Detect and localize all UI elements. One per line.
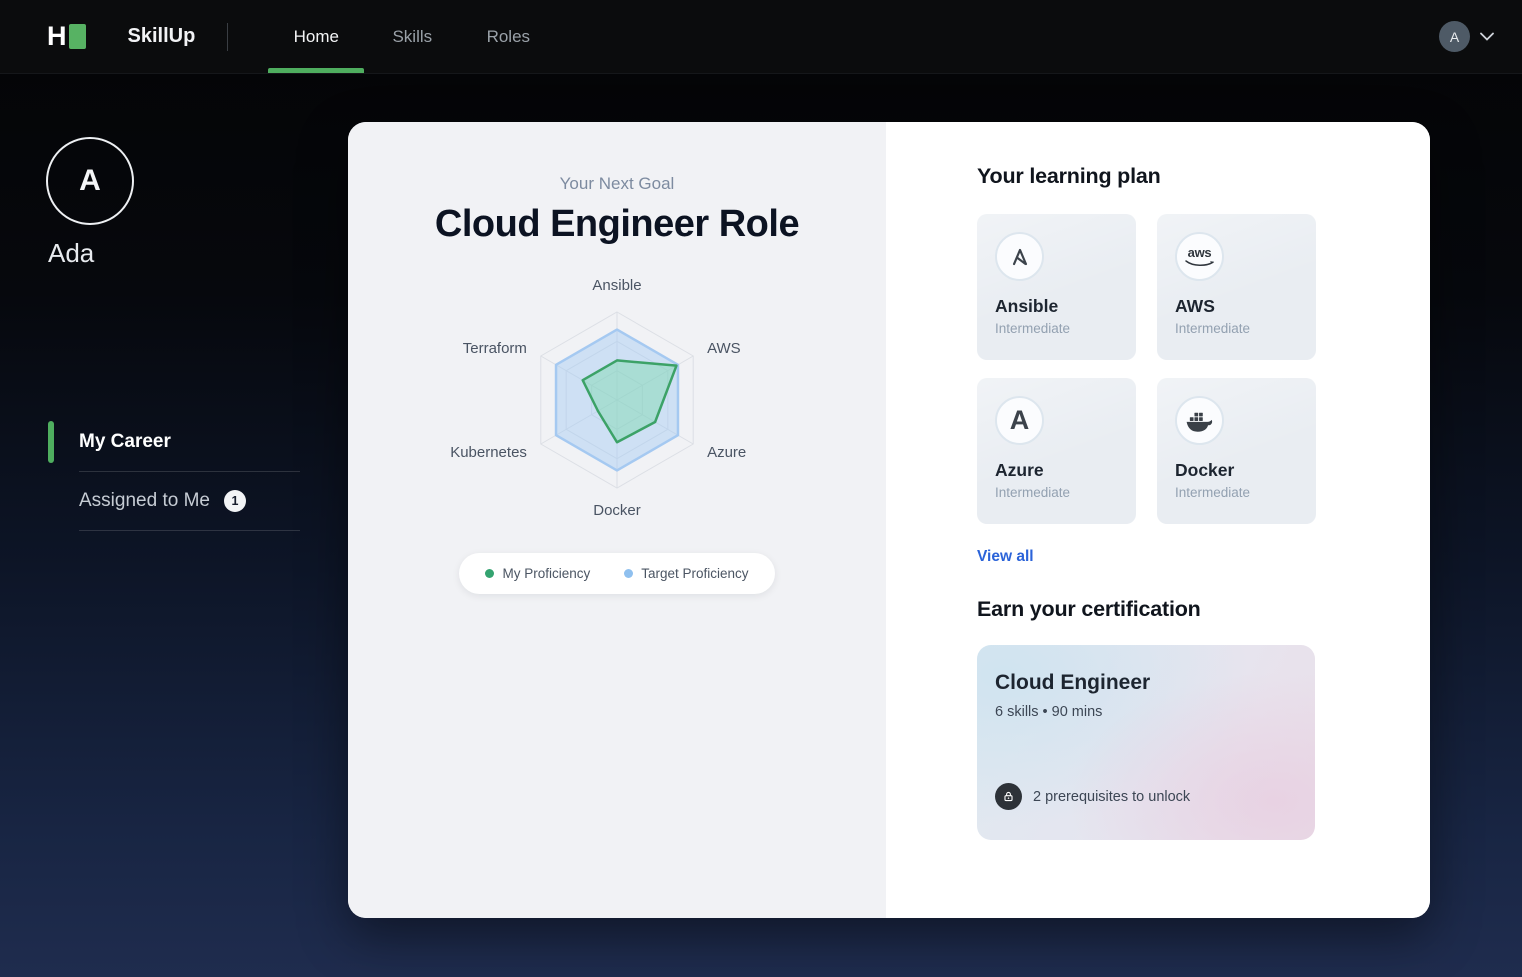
sidebar-divider <box>79 471 300 472</box>
aws-icon: aws <box>1175 232 1224 281</box>
svg-text:Docker: Docker <box>593 502 641 519</box>
plan-card-level: Intermediate <box>995 321 1071 336</box>
legend-target-proficiency: Target Proficiency <box>624 566 749 581</box>
chart-legend: My Proficiency Target Proficiency <box>459 553 775 594</box>
svg-text:Kubernetes: Kubernetes <box>450 444 527 461</box>
brand-name: SkillUp <box>127 25 196 47</box>
nav-item-home[interactable]: Home <box>268 0 365 73</box>
plan-card-level: Intermediate <box>995 485 1071 500</box>
avatar: A <box>46 137 134 225</box>
nav-item-skills-label: Skills <box>392 26 433 46</box>
sidebar-item-my-career-label: My Career <box>79 431 171 452</box>
learning-plan-title: Your learning plan <box>977 164 1161 188</box>
plan-card-name: Azure <box>995 460 1044 480</box>
svg-text:Terraform: Terraform <box>463 340 527 357</box>
app-root: { "nav": { "brand": "SkillUp", "logo_let… <box>0 0 1522 977</box>
azure-icon: A <box>995 396 1044 445</box>
sidebar-divider <box>79 530 300 531</box>
radar-chart: Ansible AWS Azure Docker Kubernetes Terraform <box>348 277 887 535</box>
sidebar-item-assigned-to-me[interactable]: Assigned to Me 1 <box>48 477 300 525</box>
nav-item-roles-label: Roles <box>486 26 531 46</box>
top-nav: H SkillUp Home Skills Roles A <box>0 0 1522 74</box>
ansible-icon <box>995 232 1044 281</box>
page-title: Cloud Engineer Role <box>434 203 800 245</box>
svg-text:Azure: Azure <box>707 444 746 461</box>
learning-plan-grid: Ansible Intermediate aws AWS Intermediat… <box>977 214 1430 524</box>
plan-card-ansible[interactable]: Ansible Intermediate <box>977 214 1136 360</box>
main-card: Your Next Goal Cloud Engineer Role Ansib… <box>348 122 1430 918</box>
certification-card[interactable]: Cloud Engineer 6 skills • 90 mins 2 prer… <box>977 645 1315 840</box>
learning-panel: Your learning plan Ansible Intermediate … <box>886 122 1430 918</box>
logo-letter: H <box>47 21 66 51</box>
azure-letter: A <box>1009 405 1030 435</box>
plan-card-azure[interactable]: A Azure Intermediate <box>977 378 1136 524</box>
sidebar-item-assigned-label: Assigned to Me <box>79 490 210 511</box>
plan-card-level: Intermediate <box>1175 321 1251 336</box>
plan-card-name: AWS <box>1175 296 1215 316</box>
chevron-down-icon[interactable] <box>1480 32 1494 41</box>
legend-my-proficiency: My Proficiency <box>485 566 590 581</box>
nav-divider <box>227 22 229 51</box>
legend-target-label: Target Proficiency <box>641 566 749 581</box>
primary-nav: Home Skills Roles <box>268 0 556 73</box>
blue-dot-icon <box>624 569 634 578</box>
avatar-initial: A <box>79 164 101 197</box>
legend-my-label: My Proficiency <box>502 566 591 581</box>
user-name: Ada <box>48 238 95 268</box>
avatar[interactable]: A <box>1439 21 1470 52</box>
goal-eyebrow: Your Next Goal <box>559 174 675 193</box>
plan-card-name: Docker <box>1175 460 1235 480</box>
green-dot-icon <box>485 569 495 578</box>
docker-icon <box>1175 396 1224 445</box>
sidebar-nav: My Career Assigned to Me 1 <box>48 418 300 536</box>
lock-icon <box>995 783 1022 810</box>
certification-meta: 6 skills • 90 mins <box>995 704 1103 720</box>
nav-item-home-label: Home <box>293 26 339 46</box>
radar-chart-svg: Ansible AWS Azure Docker Kubernetes Terraform <box>450 277 746 519</box>
certification-lock-row: 2 prerequisites to unlock <box>995 783 1190 810</box>
plan-card-docker[interactable]: Docker Intermediate <box>1157 378 1316 524</box>
brand-logo[interactable]: H SkillUp <box>47 21 195 52</box>
goal-chart-panel: Your Next Goal Cloud Engineer Role Ansib… <box>348 122 886 918</box>
certification-lock-text: 2 prerequisites to unlock <box>1033 788 1191 805</box>
certification-title: Earn your certification <box>977 597 1201 621</box>
plan-card-aws[interactable]: aws AWS Intermediate <box>1157 214 1316 360</box>
account-menu[interactable]: A <box>1439 21 1494 52</box>
plan-card-level: Intermediate <box>1175 485 1251 500</box>
svg-text:Ansible: Ansible <box>592 278 641 294</box>
logo-green-square-icon <box>68 24 86 49</box>
sidebar-item-my-career[interactable]: My Career <box>48 418 300 466</box>
certification-name: Cloud Engineer <box>995 671 1151 694</box>
svg-text:AWS: AWS <box>707 340 741 357</box>
view-all-link[interactable]: View all <box>977 548 1034 566</box>
nav-item-skills[interactable]: Skills <box>364 0 460 73</box>
plan-card-name: Ansible <box>995 296 1059 316</box>
nav-item-roles[interactable]: Roles <box>460 0 556 73</box>
aws-word: aws <box>1187 244 1212 260</box>
assigned-count-badge: 1 <box>223 490 246 512</box>
